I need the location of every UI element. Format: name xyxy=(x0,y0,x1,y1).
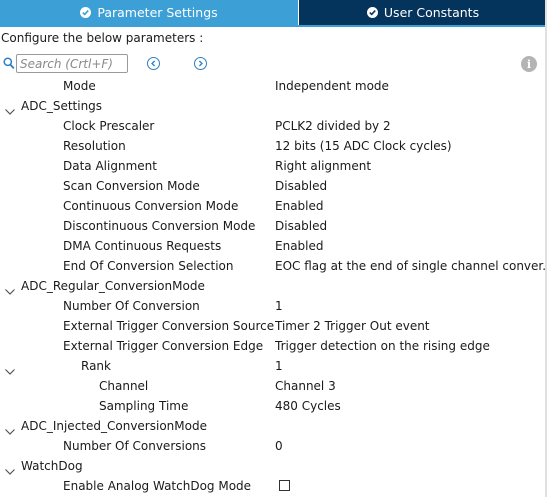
tab-label: User Constants xyxy=(383,5,480,20)
param-label: Number Of Conversion xyxy=(63,299,200,313)
param-label: Continuous Conversion Mode xyxy=(63,199,239,213)
tree-group[interactable]: ADC_Injected_ConversionMode xyxy=(0,416,545,436)
param-value[interactable]: 1 xyxy=(275,296,545,316)
tree-group[interactable]: WatchDog xyxy=(0,456,545,476)
param-label: Mode xyxy=(63,79,96,93)
parameter-tree: Mode Independent mode ADC_Settings Clock Pr… xyxy=(0,76,545,496)
param-label: Resolution xyxy=(63,139,126,153)
chevron-right-circle-icon[interactable] xyxy=(194,57,207,70)
param-label: External Trigger Conversion Source xyxy=(63,319,275,333)
check-circle-icon xyxy=(80,7,92,18)
tree-param-row[interactable]: Data Alignment Right alignment xyxy=(0,156,545,176)
group-label: ADC_Regular_ConversionMode xyxy=(21,279,205,293)
param-value[interactable]: 1 xyxy=(275,356,545,376)
param-value[interactable]: 0 xyxy=(275,436,545,456)
param-label: End Of Conversion Selection xyxy=(63,259,234,273)
param-label: Scan Conversion Mode xyxy=(63,179,200,193)
param-value[interactable]: Trigger detection on the rising edge xyxy=(275,336,545,356)
info-icon[interactable]: i xyxy=(521,56,537,72)
param-value[interactable]: Channel 3 xyxy=(275,376,545,396)
check-circle-icon xyxy=(366,7,378,18)
chevron-left-circle-icon[interactable] xyxy=(147,57,160,70)
tree-param-row[interactable]: Mode Independent mode xyxy=(0,76,545,96)
tree-param-row[interactable]: Resolution 12 bits (15 ADC Clock cycles) xyxy=(0,136,545,156)
param-value[interactable]: Independent mode xyxy=(275,76,545,96)
group-label: WatchDog xyxy=(21,459,83,473)
param-label: External Trigger Conversion Edge xyxy=(63,339,264,353)
chevron-down-icon[interactable] xyxy=(4,282,16,295)
search-icon xyxy=(3,57,15,73)
tree-group[interactable]: ADC_Settings xyxy=(0,96,545,116)
param-label: Discontinuous Conversion Mode xyxy=(63,219,256,233)
tree-param-row[interactable]: Discontinuous Conversion Mode Disabled xyxy=(0,216,545,236)
param-label: Enable Analog WatchDog Mode xyxy=(63,479,252,493)
tree-param-row[interactable]: DMA Continuous Requests Enabled xyxy=(0,236,545,256)
param-label: Channel xyxy=(99,379,149,393)
param-label: Sampling Time xyxy=(99,399,189,413)
tree-param-row[interactable]: Enable Analog WatchDog Mode xyxy=(0,476,545,496)
group-label: ADC_Settings xyxy=(21,99,103,113)
tree-param-row[interactable]: End Of Conversion Selection EOC flag at t… xyxy=(0,256,545,276)
chevron-down-icon[interactable] xyxy=(4,462,16,475)
tree-param-row[interactable]: External Trigger Conversion Source Timer … xyxy=(0,316,545,336)
param-value[interactable]: Enabled xyxy=(275,196,545,216)
chevron-down-icon[interactable] xyxy=(4,422,16,435)
tab-label: Parameter Settings xyxy=(97,5,218,20)
tab-underline xyxy=(0,25,547,27)
param-label: Data Alignment xyxy=(63,159,157,173)
tree-param-row[interactable]: Continuous Conversion Mode Enabled xyxy=(0,196,545,216)
chevron-down-icon[interactable] xyxy=(4,362,16,375)
search-input[interactable] xyxy=(16,54,128,73)
tree-param-row[interactable]: Channel Channel 3 xyxy=(0,376,545,396)
tree-param-row[interactable]: Scan Conversion Mode Disabled xyxy=(0,176,545,196)
param-value[interactable]: 480 Cycles xyxy=(275,396,545,416)
param-value[interactable]: Right alignment xyxy=(275,156,545,176)
param-value[interactable]: Enabled xyxy=(275,236,545,256)
param-value[interactable]: PCLK2 divided by 2 xyxy=(275,116,545,136)
tree-param-row[interactable]: Clock Prescaler PCLK2 divided by 2 xyxy=(0,116,545,136)
param-value[interactable]: Disabled xyxy=(275,216,545,236)
tree-param-row[interactable]: Sampling Time 480 Cycles xyxy=(0,396,545,416)
tree-param-row[interactable]: Number Of Conversions 0 xyxy=(0,436,545,456)
param-label: Number Of Conversions xyxy=(63,439,207,453)
param-value[interactable]: 12 bits (15 ADC Clock cycles) xyxy=(275,136,545,156)
analog-watchdog-checkbox[interactable] xyxy=(279,480,290,491)
tab-bar: Parameter Settings User Constants xyxy=(0,0,547,25)
param-value[interactable]: EOC flag at the end of single channel co… xyxy=(275,256,545,276)
param-value[interactable]: Disabled xyxy=(275,176,545,196)
tree-group[interactable]: ADC_Regular_ConversionMode xyxy=(0,276,545,296)
tree-param-row[interactable]: External Trigger Conversion Edge Trigger … xyxy=(0,336,545,356)
param-value[interactable]: Timer 2 Trigger Out event xyxy=(275,316,545,336)
param-label: Rank xyxy=(81,359,111,373)
param-label: Clock Prescaler xyxy=(63,119,155,133)
tab-parameter-settings[interactable]: Parameter Settings xyxy=(0,0,298,25)
group-label: ADC_Injected_ConversionMode xyxy=(21,419,207,433)
search-toolbar: i xyxy=(0,52,547,76)
tree-subgroup[interactable]: Rank 1 xyxy=(0,356,545,376)
chevron-down-icon[interactable] xyxy=(4,102,16,115)
tree-param-row[interactable]: Number Of Conversion 1 xyxy=(0,296,545,316)
param-label: DMA Continuous Requests xyxy=(63,239,222,253)
tab-user-constants[interactable]: User Constants xyxy=(298,0,547,25)
configure-instructions: Configure the below parameters : xyxy=(1,31,204,45)
